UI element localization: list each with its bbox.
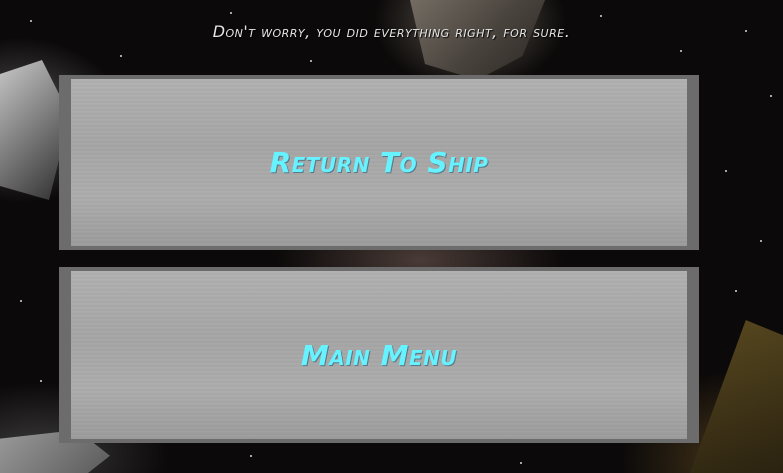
main-menu-label: Main Menu xyxy=(300,338,458,372)
return-to-ship-label: Return To Ship xyxy=(269,146,489,179)
star xyxy=(770,95,772,97)
return-to-ship-button[interactable]: Return To Ship xyxy=(59,75,699,250)
asteroid xyxy=(690,320,783,473)
star xyxy=(20,300,22,302)
status-message: Don't worry, you did everything right, f… xyxy=(212,22,571,41)
star xyxy=(735,290,737,292)
star xyxy=(725,170,727,172)
star xyxy=(680,50,682,52)
star xyxy=(40,380,42,382)
star xyxy=(120,55,122,57)
star xyxy=(520,462,522,464)
main-menu-button[interactable]: Main Menu xyxy=(59,267,699,443)
star xyxy=(250,455,252,457)
star xyxy=(310,60,312,62)
star xyxy=(230,12,232,14)
star xyxy=(600,15,602,17)
star xyxy=(760,240,762,242)
